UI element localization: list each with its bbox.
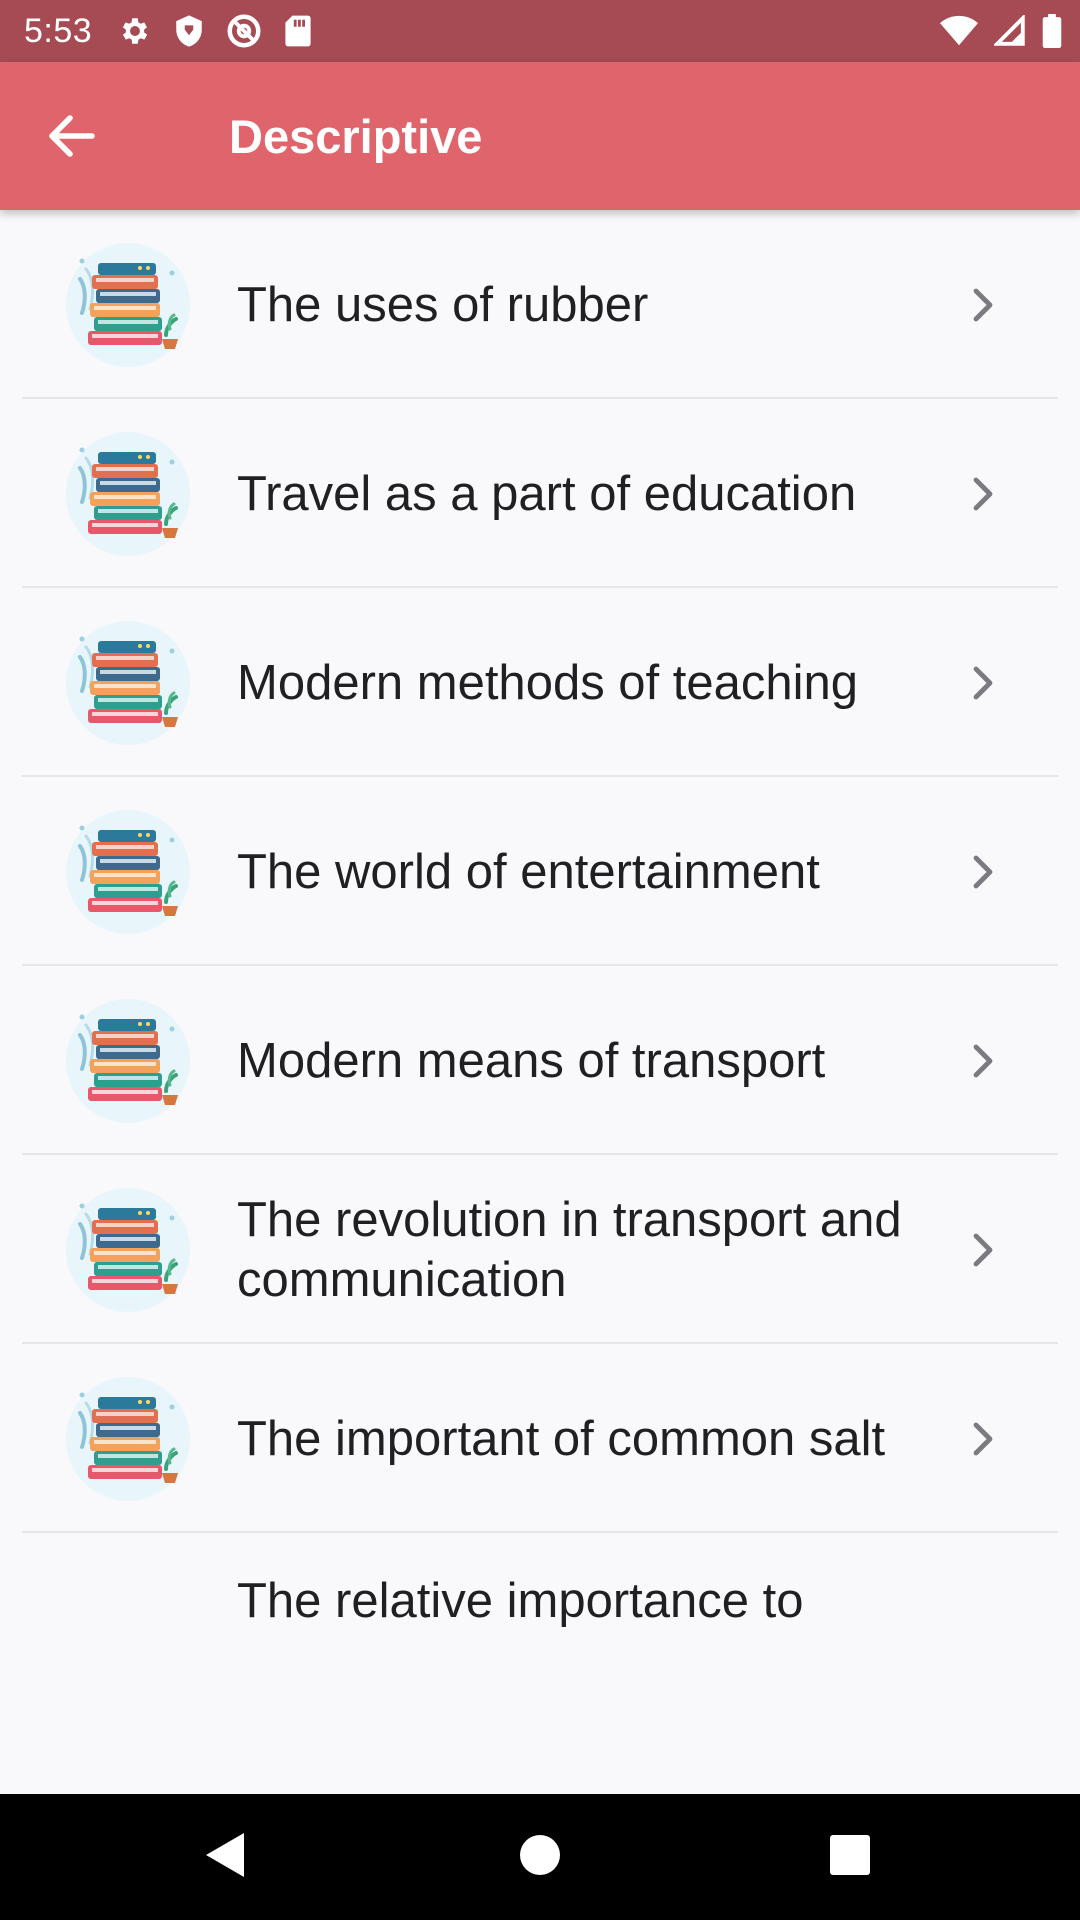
wifi-icon: [940, 15, 978, 47]
books-stack-icon: [62, 806, 194, 938]
status-bar: 5:53: [0, 0, 1080, 62]
chevron-right-icon: [968, 1230, 1000, 1270]
nav-home-button[interactable]: [477, 1794, 603, 1920]
recents-square-icon: [830, 1834, 870, 1880]
battery-icon: [1042, 14, 1062, 48]
status-time: 5:53: [24, 11, 93, 50]
list-item-label: Modern methods of teaching: [237, 655, 859, 710]
chevron-right-icon: [968, 852, 1000, 892]
list-item[interactable]: The world of entertainment: [0, 777, 1080, 966]
list-item[interactable]: Modern means of transport: [0, 966, 1080, 1155]
home-circle-icon: [520, 1834, 560, 1880]
chevron-right-icon: [968, 285, 1000, 325]
books-stack-icon: [62, 995, 194, 1127]
app-bar: Descriptive: [0, 62, 1080, 210]
navigation-bar: [0, 1794, 1080, 1920]
books-stack-icon: [62, 617, 194, 749]
nav-back-button[interactable]: [163, 1794, 289, 1920]
nav-recents-button[interactable]: [787, 1794, 913, 1920]
list-item[interactable]: Modern methods of teaching: [0, 588, 1080, 777]
list-item-label: Travel as a part of education: [237, 466, 857, 521]
arrow-left-icon: [48, 114, 96, 163]
books-stack-icon: [62, 1184, 194, 1316]
chevron-right-icon: [968, 1419, 1000, 1459]
essay-list: The uses of rubber Travel as a part of e…: [0, 210, 1080, 1638]
page-title: Descriptive: [229, 109, 483, 163]
list-item-label: The revolution in transport and communic…: [237, 1192, 902, 1307]
back-triangle-icon: [204, 1831, 248, 1884]
list-item[interactable]: The relative importance to: [0, 1533, 1080, 1638]
list-item[interactable]: The revolution in transport and communic…: [0, 1155, 1080, 1344]
chevron-right-icon: [968, 1041, 1000, 1081]
shield-icon: [174, 14, 204, 48]
list-item-label: The uses of rubber: [237, 277, 649, 332]
list-item[interactable]: The important of common salt: [0, 1344, 1080, 1533]
books-stack-icon: [62, 239, 194, 371]
books-stack-icon: [62, 1373, 194, 1505]
list-item-label: Modern means of transport: [237, 1033, 826, 1088]
list-item[interactable]: The uses of rubber: [0, 210, 1080, 399]
sd-card-icon: [284, 14, 312, 48]
list-item[interactable]: Travel as a part of education: [0, 399, 1080, 588]
chevron-right-icon: [968, 474, 1000, 514]
status-icons-right: [940, 0, 1062, 62]
list-item-label: The world of entertainment: [237, 844, 820, 899]
at-sign-icon: [226, 13, 262, 49]
settings-icon: [118, 14, 152, 48]
list-item-label: The relative importance to: [237, 1574, 804, 1628]
chevron-right-icon: [968, 663, 1000, 703]
back-button[interactable]: [36, 102, 108, 174]
list-item-label: The important of common salt: [237, 1411, 886, 1466]
signal-icon: [994, 15, 1026, 47]
books-stack-icon: [62, 428, 194, 560]
status-icons-left: [118, 13, 312, 49]
